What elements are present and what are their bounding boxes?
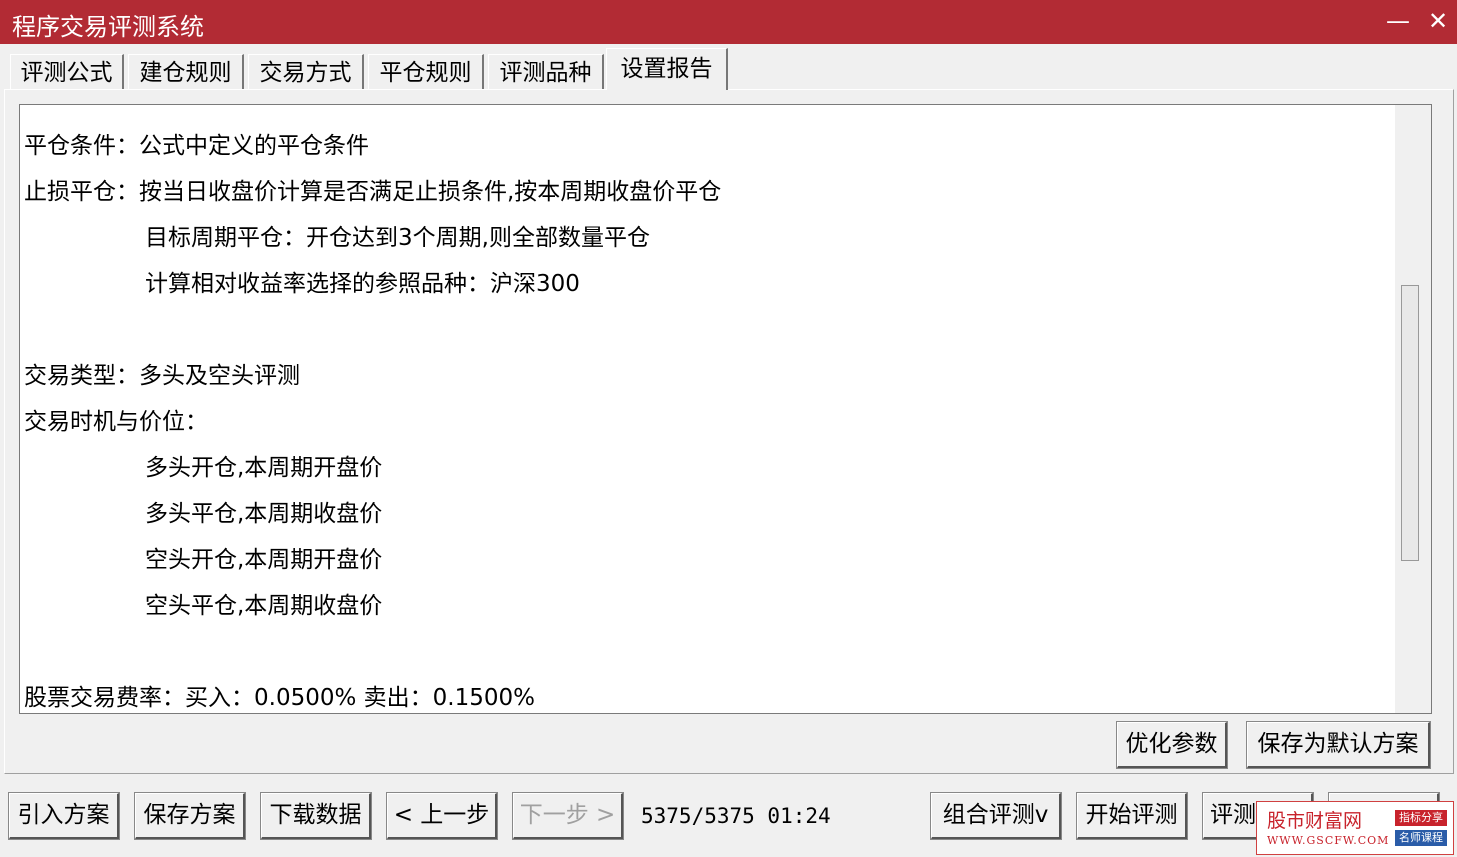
report-line: 多头平仓,本周期收盘价 <box>145 501 383 527</box>
report-line: 交易时机与价位： <box>24 409 208 435</box>
report-line: 止损平仓：按当日收盘价计算是否满足止损条件,按本周期收盘价平仓 <box>24 179 722 205</box>
vertical-scrollbar[interactable] <box>1395 105 1431 713</box>
report-line: 平仓条件：公式中定义的平仓条件 <box>24 133 369 159</box>
report-line: 股票交易费率：买入：0.0500% 卖出：0.1500% <box>24 685 535 711</box>
watermark-tag-2: 名师课程 <box>1395 830 1447 846</box>
minimize-button[interactable]: — <box>1378 4 1418 38</box>
report-line: 目标周期平仓：开仓达到3个周期,则全部数量平仓 <box>145 225 650 251</box>
progress-status: 5375/5375 01:24 <box>641 804 831 828</box>
watermark-tag-1: 指标分享 <box>1395 810 1447 826</box>
tab-bar: 评测公式 建仓规则 交易方式 平仓规则 评测品种 设置报告 <box>0 44 1457 90</box>
report-textbox[interactable]: 平仓条件：公式中定义的平仓条件 止损平仓：按当日收盘价计算是否满足止损条件,按本… <box>19 104 1432 714</box>
tab-trade-mode[interactable]: 交易方式 <box>248 54 364 90</box>
tab-close-rules[interactable]: 平仓规则 <box>368 54 484 90</box>
next-step-button[interactable]: 下一步 > <box>512 792 624 840</box>
watermark-logo: 股市财富网 WWW.GSCFW.COM 指标分享 名师课程 <box>1256 801 1454 855</box>
report-line: 多头开仓,本周期开盘价 <box>145 455 383 481</box>
tab-instruments[interactable]: 评测品种 <box>488 54 604 90</box>
window-title: 程序交易评测系统 <box>12 13 204 41</box>
report-line: 空头开仓,本周期开盘价 <box>145 547 383 573</box>
combo-eval-button[interactable]: 组合评测v <box>930 792 1062 840</box>
tab-open-rules[interactable]: 建仓规则 <box>128 54 244 90</box>
tab-formula[interactable]: 评测公式 <box>10 54 124 90</box>
watermark-cn: 股市财富网 <box>1267 810 1363 832</box>
tab-report-settings[interactable]: 设置报告 <box>606 48 728 90</box>
close-button[interactable]: ✕ <box>1418 4 1457 38</box>
report-line: 计算相对收益率选择的参照品种：沪深300 <box>145 271 580 297</box>
download-data-button[interactable]: 下载数据 <box>260 792 372 840</box>
save-default-plan-button[interactable]: 保存为默认方案 <box>1246 721 1431 769</box>
watermark-en: WWW.GSCFW.COM <box>1267 834 1390 847</box>
import-plan-button[interactable]: 引入方案 <box>8 792 120 840</box>
report-line: 空头平仓,本周期收盘价 <box>145 593 383 619</box>
scrollbar-thumb[interactable] <box>1401 285 1419 561</box>
start-eval-button[interactable]: 开始评测 <box>1076 792 1188 840</box>
save-plan-button[interactable]: 保存方案 <box>134 792 246 840</box>
report-line: 交易类型：多头及空头评测 <box>24 363 300 389</box>
optimize-params-button[interactable]: 优化参数 <box>1116 721 1228 769</box>
title-bar: 程序交易评测系统 — ✕ <box>0 0 1457 44</box>
previous-step-button[interactable]: < 上一步 <box>386 792 498 840</box>
